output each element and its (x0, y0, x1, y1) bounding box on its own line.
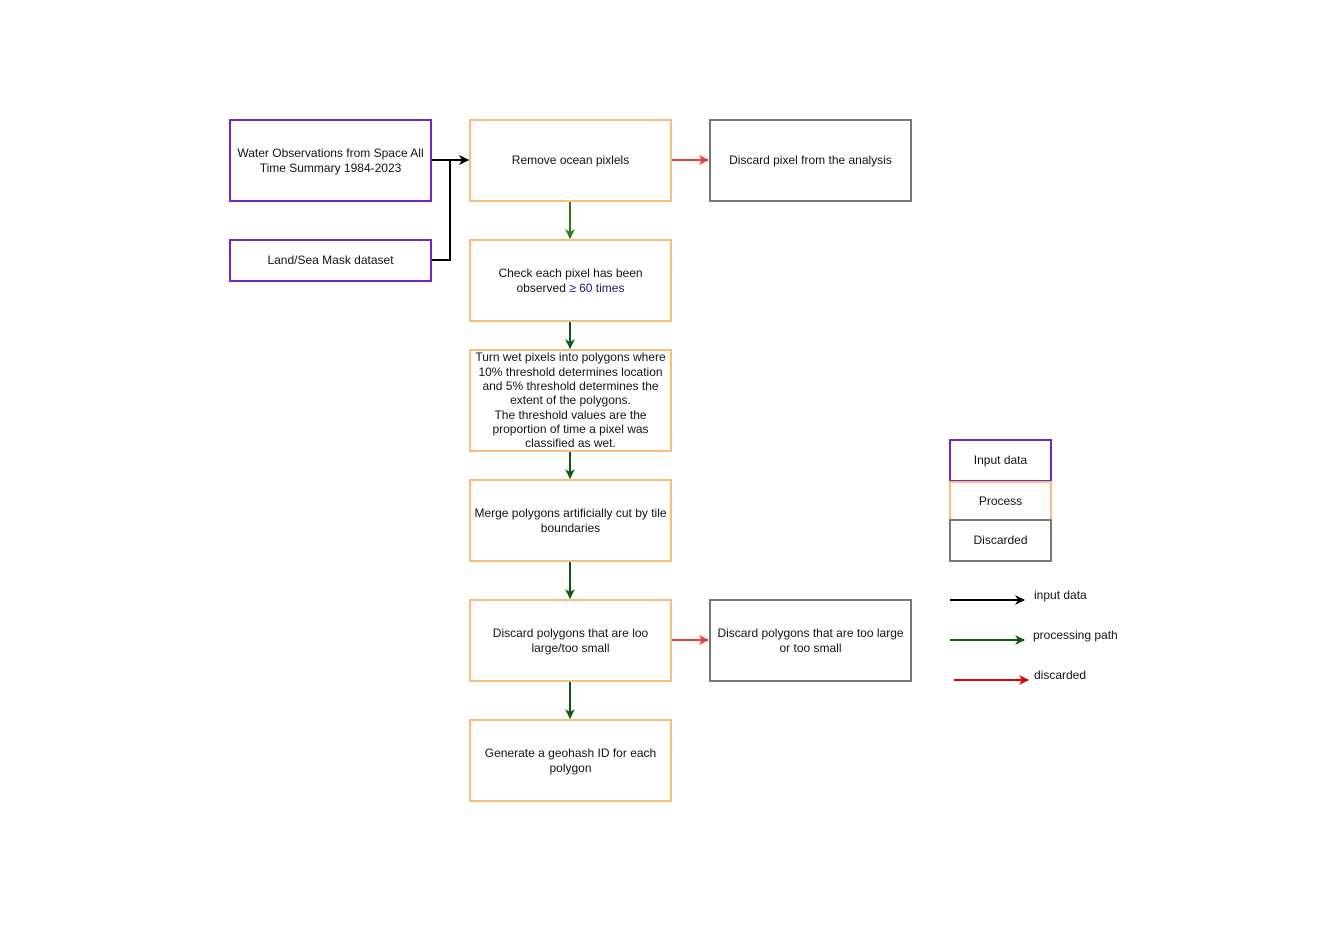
node-remove-ocean-label: Remove ocean pixlels (511, 153, 630, 168)
node-wofs: Water Observations from Space All Time S… (229, 119, 432, 202)
node-discard-polygons: Discard polygons that are too large or t… (709, 599, 912, 682)
legend-box-discarded-label: Discarded (973, 533, 1028, 548)
legend-box-process: Process (949, 481, 1052, 521)
node-wofs-label: Water Observations from Space All Time S… (237, 146, 424, 175)
node-merge: Merge polygons artificially cut by tile … (469, 479, 672, 562)
node-merge-label: Merge polygons artificially cut by tile … (474, 506, 667, 535)
legend-box-process-label: Process (978, 493, 1023, 508)
legend-box-input-label: Input data (973, 453, 1028, 468)
node-geohash: Generate a geohash ID for each polygon (469, 719, 672, 802)
node-turn-wet-text-2: The threshold values are the proportion … (492, 407, 649, 451)
arrow-landsea-to-remove (431, 155, 469, 261)
node-discard-pixel-label: Discard pixel from the analysis (729, 153, 892, 168)
node-landsea: Land/Sea Mask dataset (229, 239, 432, 282)
legend-arrow-processing-label: processing path (1033, 628, 1118, 642)
node-remove-ocean: Remove ocean pixlels (469, 119, 672, 202)
node-discard-polygons-label: Discard polygons that are too large or t… (717, 626, 904, 655)
node-discard-size: Discard polygons that are loo large/too … (469, 599, 672, 682)
node-check-pixel-label: Check each pixel has been observed ≥ 60 … (491, 266, 650, 295)
node-landsea-label: Land/Sea Mask dataset (267, 253, 394, 268)
node-discard-pixel: Discard pixel from the analysis (709, 119, 912, 202)
node-check-pixel: Check each pixel has been observed ≥ 60 … (469, 239, 672, 322)
check-pixel-threshold: ≥ 60 times (569, 280, 625, 295)
node-turn-wet-text-1: Turn wet pixels into polygons where 10% … (475, 350, 666, 408)
legend-arrow-input-label: input data (1034, 588, 1087, 602)
node-turn-wet: Turn wet pixels into polygons where 10% … (469, 349, 672, 452)
legend-box-input: Input data (949, 439, 1052, 482)
legend-arrow-discarded-label: discarded (1034, 668, 1087, 682)
legend-box-discarded: Discarded (949, 519, 1052, 562)
node-geohash-label: Generate a geohash ID for each polygon (484, 746, 657, 775)
node-discard-size-label: Discard polygons that are loo large/too … (492, 626, 649, 655)
